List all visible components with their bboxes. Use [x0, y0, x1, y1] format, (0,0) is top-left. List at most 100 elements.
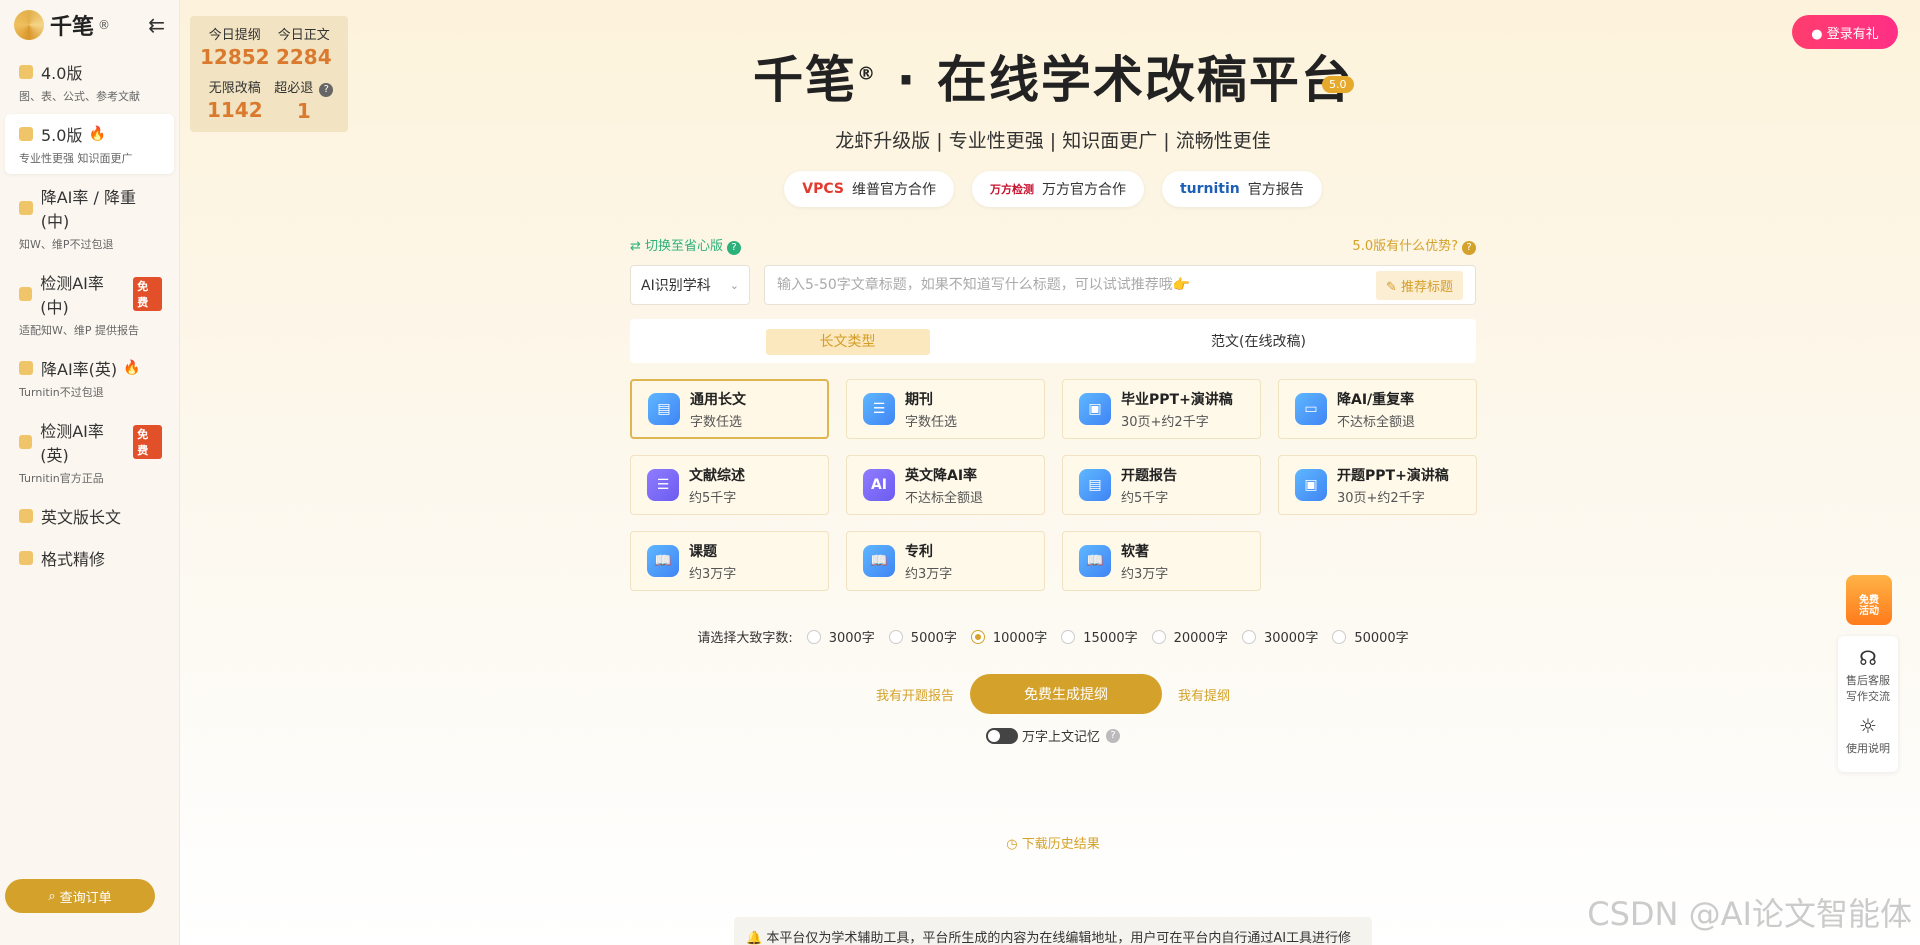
wanfang-logo-icon: 万方检测: [989, 183, 1034, 196]
partner-list: VPCS 维普官方合作 万方检测 万方官方合作 turnitin 官方报告: [630, 171, 1476, 207]
sidebar-item-english-long[interactable]: 英文版长文: [5, 496, 174, 536]
sidebar-item-reduce-ai-cn[interactable]: 降AI率 / 降重(中) 知W、维P不过包退: [5, 176, 174, 260]
logo: 千笔 ® ⇇: [0, 0, 179, 50]
app-name: 千笔: [50, 15, 95, 40]
free-activity-float[interactable]: 免费 活动: [1846, 575, 1892, 625]
sidebar-item-label: 降AI率(英): [41, 360, 118, 379]
word-count-option[interactable]: 20000字: [1151, 627, 1228, 646]
stat-body-today: 今日正文 2284: [275, 28, 332, 69]
list-icon: ☰: [863, 393, 895, 425]
card-general-long[interactable]: ▤ 通用长文 字数任选: [630, 379, 829, 439]
radio-button[interactable]: [806, 629, 821, 644]
float-toolbar: ☊ 售后客服 写作交流 ☼ 使用说明: [1838, 636, 1898, 772]
help-icon[interactable]: ?: [319, 82, 334, 97]
word-count-option[interactable]: 5000字: [888, 627, 957, 646]
sidebar-item-5-0[interactable]: 5.0版 🔥 专业性更强 知识面更广: [5, 114, 174, 174]
document-icon: [19, 509, 33, 523]
type-tabs: 长文类型 范文(在线改稿): [630, 319, 1476, 363]
search-row: AI识别学科⌄ ✎ 推荐标题: [630, 265, 1476, 305]
advantage-link[interactable]: 5.0版有什么优势??: [1352, 235, 1476, 255]
format-icon: [19, 551, 33, 565]
version-badge: 5.0: [1322, 76, 1354, 93]
radio-button[interactable]: [888, 629, 903, 644]
sidebar-item-label: 检测AI率(中): [40, 274, 104, 317]
sidebar-item-reduce-ai-en[interactable]: 降AI率(英) 🔥 Turnitin不过包退: [5, 348, 174, 408]
radio-button[interactable]: [1241, 629, 1256, 644]
sidebar-item-detect-ai-cn[interactable]: 检测AI率(中) 免费 适配知W、维P 提供报告: [5, 262, 174, 346]
radio-button[interactable]: [1332, 629, 1347, 644]
page-subtitle: 龙虾升级版 | 专业性更强 | 知识面更广 | 流畅性更佳: [835, 130, 1271, 152]
collapse-sidebar-icon[interactable]: ⇇: [148, 13, 165, 37]
word-count-option[interactable]: 10000字: [970, 627, 1047, 646]
logo-icon: [14, 10, 44, 40]
help-icon[interactable]: ?: [727, 241, 742, 255]
flame-icon: 🔥: [88, 126, 106, 142]
memory-label: 万字上文记忆: [1021, 730, 1100, 745]
subject-select[interactable]: AI识别学科 ⌄: [630, 265, 750, 305]
word-count-option[interactable]: 30000字: [1241, 627, 1318, 646]
query-order-button[interactable]: ⌕ 查询订单: [5, 879, 155, 913]
ai-icon: AI: [863, 469, 895, 501]
usage-guide-float[interactable]: ☼ 使用说明: [1838, 704, 1898, 756]
document-icon: ▤: [1079, 469, 1111, 501]
detect-icon: [19, 287, 33, 301]
card-literature-review[interactable]: ☰ 文献综述 约5千字: [630, 455, 829, 515]
sidebar-item-detect-ai-en[interactable]: 检测AI率(英) 免费 Turnitin官方正品: [5, 410, 174, 494]
stat-refund: 超必退? 1: [270, 77, 338, 125]
reduce-icon: [19, 201, 33, 215]
radio-button[interactable]: [970, 629, 985, 644]
card-patent[interactable]: 📖 专利 约3万字: [846, 531, 1045, 591]
card-graduation-ppt[interactable]: ▣ 毕业PPT+演讲稿 30页+约2千字: [1062, 379, 1261, 439]
card-journal[interactable]: ☰ 期刊 字数任选: [846, 379, 1045, 439]
detect-icon: [19, 435, 33, 449]
action-row: 我有开题报告 免费生成提纲 我有提纲: [630, 674, 1476, 714]
bell-icon: 🔔: [746, 931, 763, 945]
help-icon[interactable]: ?: [1462, 241, 1476, 255]
memory-toggle[interactable]: [985, 727, 1018, 744]
sidebar-item-sub: 专业性更强 知识面更广: [19, 152, 133, 165]
word-count-option[interactable]: 15000字: [1061, 627, 1138, 646]
sidebar-item-sub: 图、表、公式、参考文献: [19, 90, 140, 103]
sidebar-item-sub: Turnitin不过包退: [19, 386, 104, 399]
partner-turnitin: turnitin 官方报告: [1161, 171, 1322, 207]
partner-vpcs: VPCS 维普官方合作: [784, 171, 954, 207]
reduce-icon: [19, 361, 33, 375]
tab-sample-essay[interactable]: 范文(在线改稿): [1053, 331, 1464, 351]
switch-version-link[interactable]: ⇄ 切换至省心版?: [630, 235, 742, 255]
card-proposal-ppt[interactable]: ▣ 开题PPT+演讲稿 30页+约2千字: [1278, 455, 1477, 515]
turnitin-logo-icon: turnitin: [1179, 181, 1240, 197]
have-proposal-link[interactable]: 我有开题报告: [876, 685, 954, 704]
word-count-option[interactable]: 3000字: [806, 627, 875, 646]
customer-service-float[interactable]: ☊ 售后客服 写作交流: [1838, 636, 1898, 704]
tab-long-type[interactable]: 长文类型: [642, 329, 1053, 355]
word-count-label: 请选择大致字数:: [697, 631, 793, 646]
sidebar-item-sub: Turnitin官方正品: [19, 472, 104, 485]
card-software-copyright[interactable]: 📖 软著 约3万字: [1062, 531, 1261, 591]
version-icon: [19, 65, 33, 79]
ppt-icon: ▣: [1295, 469, 1327, 501]
document-icon: ▤: [648, 393, 680, 425]
sidebar-item-4-0[interactable]: 4.0版 图、表、公式、参考文献: [5, 52, 174, 112]
radio-button[interactable]: [1061, 629, 1076, 644]
download-history-link[interactable]: ◷ 下载历史结果: [630, 833, 1476, 852]
card-english-reduce-ai[interactable]: AI 英文降AI率 不达标全额退: [846, 455, 1045, 515]
app-reg: ®: [98, 18, 111, 32]
card-project[interactable]: 📖 课题 约3万字: [630, 531, 829, 591]
sidebar-item-label: 4.0版: [41, 64, 83, 83]
sidebar-item-label: 检测AI率(英): [40, 422, 104, 465]
radio-button[interactable]: [1151, 629, 1166, 644]
card-proposal-report[interactable]: ▤ 开题报告 约5千字: [1062, 455, 1261, 515]
card-reduce-ai[interactable]: ▭ 降AI/重复率 不达标全额退: [1278, 379, 1477, 439]
login-gift-button[interactable]: ● 登录有礼: [1792, 15, 1898, 49]
recommend-title-button[interactable]: ✎ 推荐标题: [1375, 270, 1463, 300]
help-icon[interactable]: ?: [1106, 728, 1120, 743]
sidebar-item-format[interactable]: 格式精修: [5, 538, 174, 578]
sidebar-item-label: 格式精修: [41, 550, 106, 569]
ppt-icon: ▣: [1079, 393, 1111, 425]
word-count-option[interactable]: 50000字: [1332, 627, 1409, 646]
book-icon: 📖: [863, 545, 895, 577]
monitor-icon: ▭: [1295, 393, 1327, 425]
title-input[interactable]: [777, 277, 1376, 293]
have-outline-link[interactable]: 我有提纲: [1178, 685, 1230, 704]
generate-outline-button[interactable]: 免费生成提纲: [970, 674, 1162, 714]
